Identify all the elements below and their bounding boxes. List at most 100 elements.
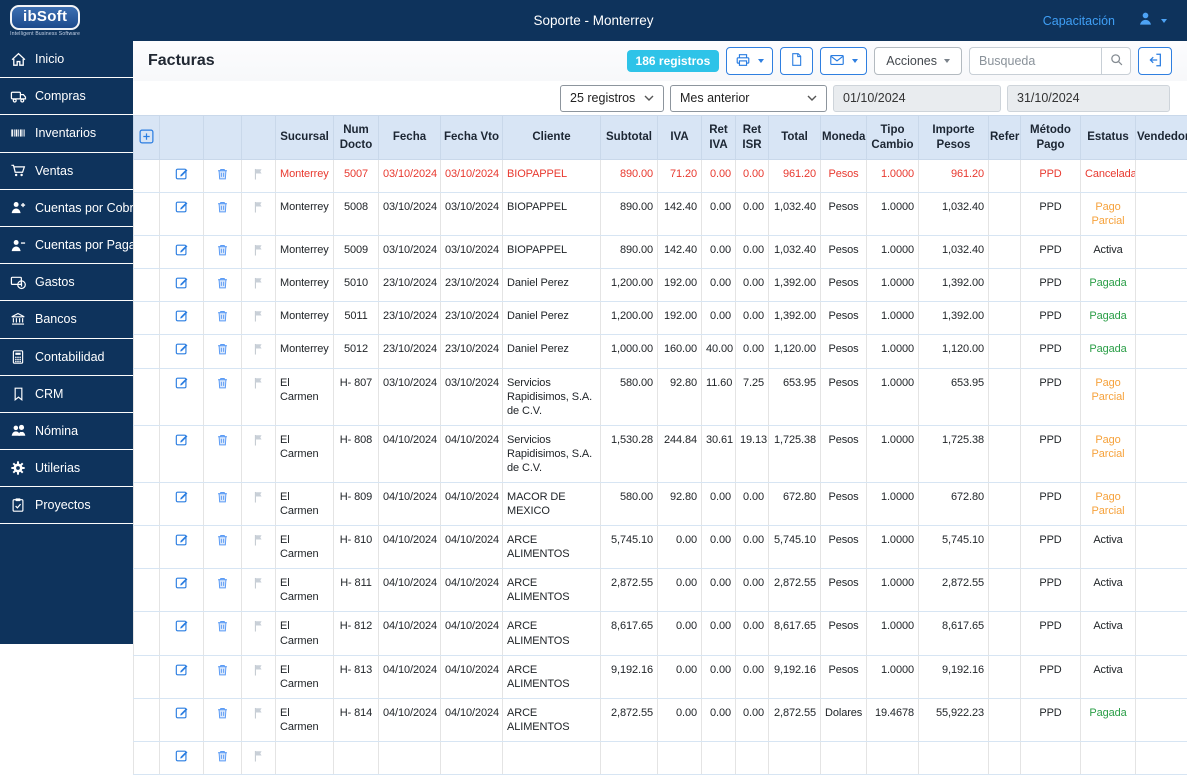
page-size-select[interactable]: 25 registros <box>560 85 664 112</box>
trash-icon[interactable] <box>216 533 229 551</box>
trash-icon[interactable] <box>216 342 229 360</box>
column-header[interactable]: Ret IVA <box>702 116 736 160</box>
date-to-input[interactable] <box>1007 85 1170 112</box>
trash-icon[interactable] <box>216 663 229 681</box>
trash-icon[interactable] <box>216 576 229 594</box>
user-menu-button[interactable] <box>1137 10 1167 32</box>
edit-icon[interactable] <box>175 533 189 551</box>
edit-icon[interactable] <box>175 576 189 594</box>
actions-dropdown-button[interactable]: Acciones <box>874 47 962 75</box>
cell-vendedor <box>1136 193 1187 236</box>
column-header[interactable]: Total <box>769 116 821 160</box>
flag-icon[interactable] <box>252 309 265 327</box>
capacitacion-link[interactable]: Capacitación <box>1043 14 1115 28</box>
column-header[interactable]: Importe Pesos <box>919 116 989 160</box>
edit-icon[interactable] <box>175 433 189 451</box>
cell-iva: 160.00 <box>658 335 702 368</box>
column-header[interactable]: Refer <box>989 116 1021 160</box>
print-button[interactable] <box>726 47 773 75</box>
column-header[interactable]: IVA <box>658 116 702 160</box>
column-header[interactable]: Fecha Vto <box>441 116 503 160</box>
column-header[interactable]: Num Docto <box>334 116 379 160</box>
add-invoice-button[interactable] <box>139 129 154 148</box>
sidebar-item-inicio[interactable]: Inicio <box>0 41 133 78</box>
sidebar-item-ventas[interactable]: Ventas <box>0 153 133 190</box>
flag-icon[interactable] <box>252 706 265 724</box>
flag-row-cell <box>242 193 276 236</box>
search-button[interactable] <box>1101 47 1131 75</box>
cell-refer <box>989 236 1021 269</box>
flag-icon[interactable] <box>252 200 265 218</box>
column-header[interactable]: Tipo Cambio <box>867 116 919 160</box>
edit-icon[interactable] <box>175 243 189 261</box>
column-header[interactable]: Vendedor <box>1136 116 1187 160</box>
period-select[interactable]: Mes anterior <box>670 85 827 112</box>
flag-icon[interactable] <box>252 576 265 594</box>
trash-icon[interactable] <box>216 619 229 637</box>
flag-icon[interactable] <box>252 342 265 360</box>
flag-icon[interactable] <box>252 619 265 637</box>
edit-icon[interactable] <box>175 490 189 508</box>
flag-icon[interactable] <box>252 749 265 767</box>
sidebar-item-utilerias[interactable]: Utilerias <box>0 450 133 487</box>
flag-icon[interactable] <box>252 533 265 551</box>
edit-icon[interactable] <box>175 376 189 394</box>
exit-button[interactable] <box>1138 47 1172 75</box>
trash-icon[interactable] <box>216 167 229 185</box>
flag-icon[interactable] <box>252 167 265 185</box>
cell-metodo_pago: PPD <box>1021 236 1081 269</box>
sidebar-item-contabilidad[interactable]: Contabilidad <box>0 339 133 376</box>
app-logo[interactable]: ibSoft Intelligent Business Software <box>10 5 80 37</box>
column-header[interactable]: Fecha <box>379 116 441 160</box>
trash-icon[interactable] <box>216 276 229 294</box>
sidebar-item-cuentas-por-pagar[interactable]: Cuentas por Pagar <box>0 227 133 264</box>
edit-icon[interactable] <box>175 167 189 185</box>
cell-fecha_vto: 04/10/2024 <box>441 698 503 741</box>
cell-fecha: 04/10/2024 <box>379 483 441 526</box>
column-header[interactable]: Ret ISR <box>736 116 769 160</box>
edit-icon[interactable] <box>175 309 189 327</box>
sidebar-item-nomina[interactable]: Nómina <box>0 413 133 450</box>
email-button[interactable] <box>820 47 867 75</box>
column-header[interactable]: Cliente <box>503 116 601 160</box>
flag-icon[interactable] <box>252 433 265 451</box>
column-header[interactable]: Método Pago <box>1021 116 1081 160</box>
sidebar-item-proyectos[interactable]: Proyectos <box>0 487 133 524</box>
cell-total: 1,032.40 <box>769 193 821 236</box>
export-file-button[interactable] <box>780 47 813 75</box>
trash-icon[interactable] <box>216 200 229 218</box>
trash-icon[interactable] <box>216 706 229 724</box>
column-header[interactable]: Sucursal <box>276 116 334 160</box>
flag-icon[interactable] <box>252 376 265 394</box>
edit-icon[interactable] <box>175 276 189 294</box>
edit-icon[interactable] <box>175 200 189 218</box>
edit-icon[interactable] <box>175 342 189 360</box>
edit-icon[interactable] <box>175 619 189 637</box>
trash-icon[interactable] <box>216 433 229 451</box>
column-header[interactable]: Estatus <box>1081 116 1136 160</box>
column-header[interactable]: Moneda <box>821 116 867 160</box>
edit-icon[interactable] <box>175 706 189 724</box>
cell-vendedor <box>1136 302 1187 335</box>
date-from-input[interactable] <box>833 85 1001 112</box>
trash-icon[interactable] <box>216 243 229 261</box>
flag-icon[interactable] <box>252 243 265 261</box>
trash-icon[interactable] <box>216 309 229 327</box>
sidebar-item-crm[interactable]: CRM <box>0 376 133 413</box>
flag-icon[interactable] <box>252 663 265 681</box>
search-input[interactable] <box>969 47 1101 75</box>
cell-refer <box>989 425 1021 482</box>
column-header[interactable]: Subtotal <box>601 116 658 160</box>
sidebar-item-inventarios[interactable]: Inventarios <box>0 115 133 152</box>
edit-icon[interactable] <box>175 663 189 681</box>
flag-icon[interactable] <box>252 490 265 508</box>
sidebar-item-bancos[interactable]: Bancos <box>0 301 133 338</box>
edit-icon[interactable] <box>175 749 189 767</box>
sidebar-item-compras[interactable]: Compras <box>0 78 133 115</box>
trash-icon[interactable] <box>216 490 229 508</box>
sidebar-item-gastos[interactable]: Gastos <box>0 264 133 301</box>
flag-icon[interactable] <box>252 276 265 294</box>
trash-icon[interactable] <box>216 376 229 394</box>
sidebar-item-cuentas-por-cobrar[interactable]: Cuentas por Cobrar <box>0 190 133 227</box>
trash-icon[interactable] <box>216 749 229 767</box>
